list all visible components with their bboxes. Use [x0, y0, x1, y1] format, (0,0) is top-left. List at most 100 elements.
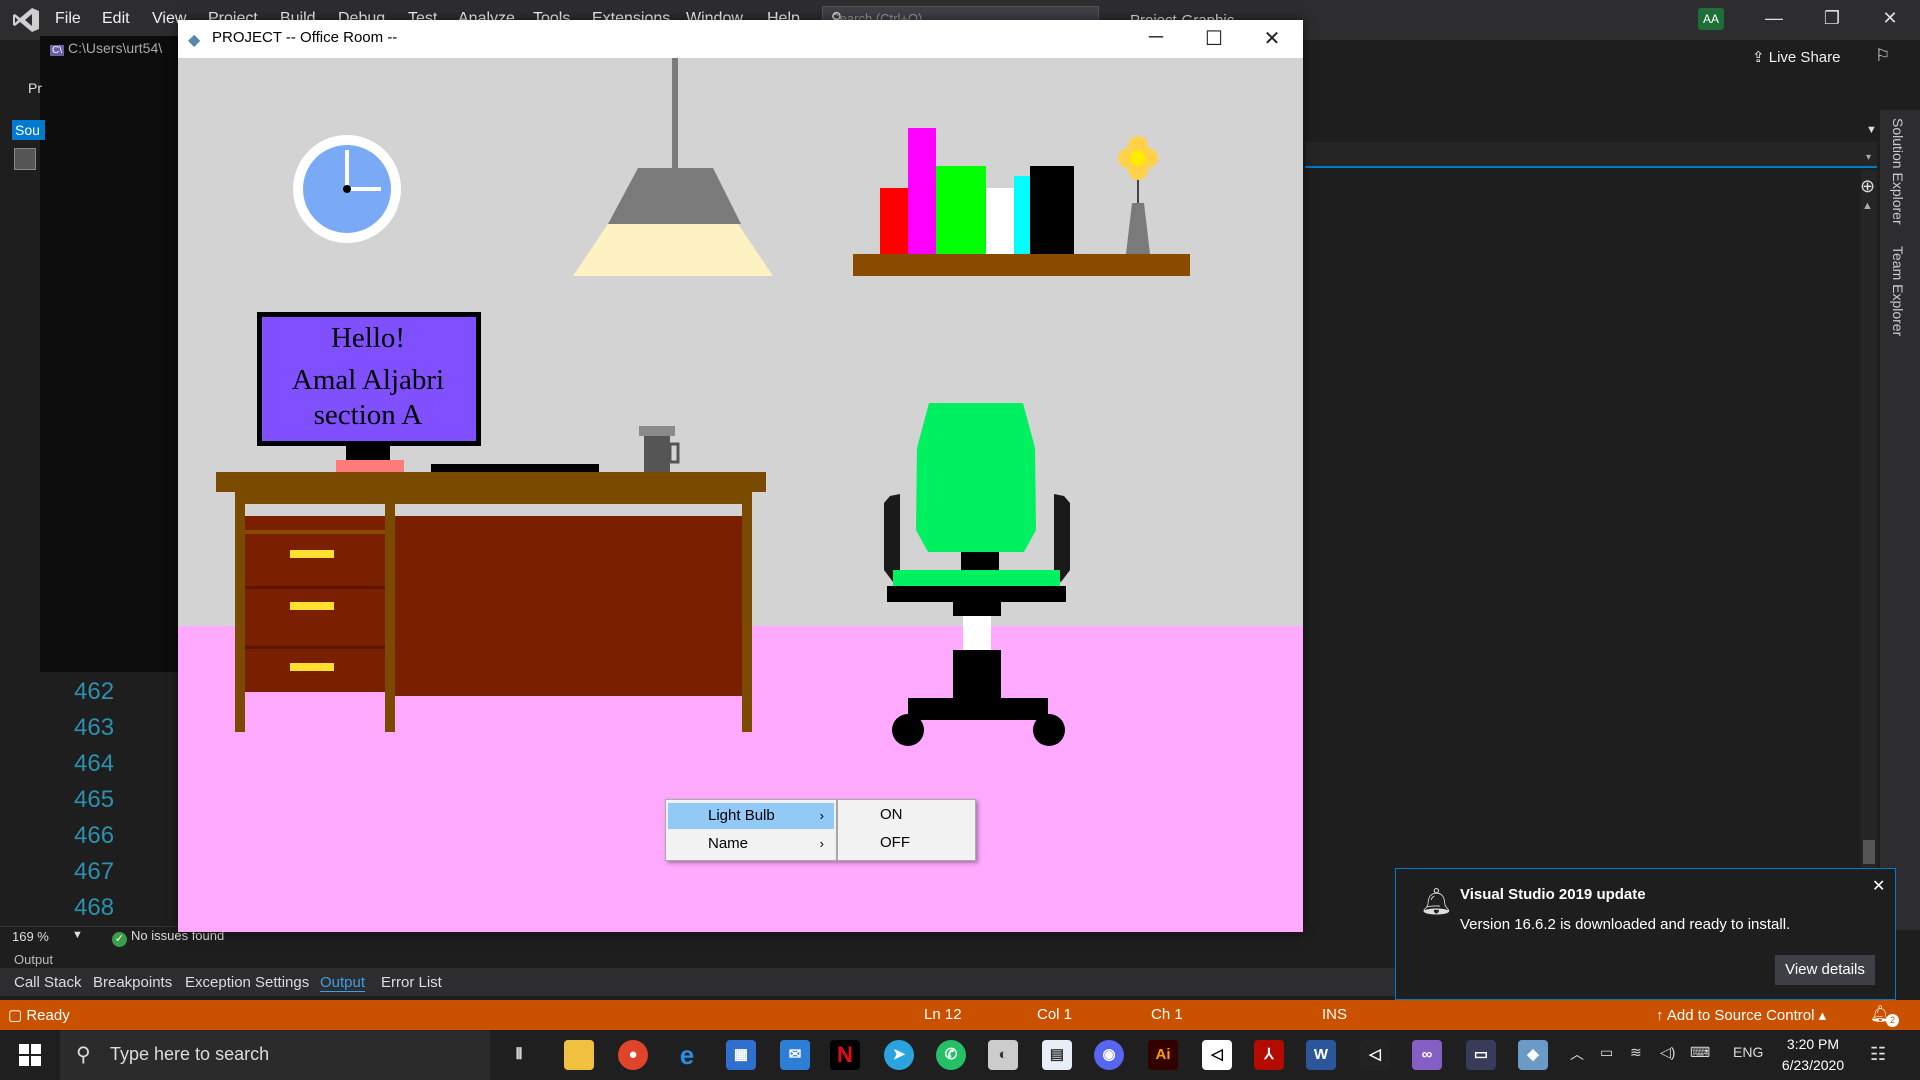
- status-line: Ln 12: [924, 1006, 962, 1023]
- language-indicator[interactable]: ENG: [1733, 1044, 1763, 1060]
- chevron-down-icon[interactable]: ▼: [72, 929, 83, 941]
- feedback-icon[interactable]: ⚐: [1875, 46, 1890, 66]
- add-to-source-control-button[interactable]: ↑ Add to Source Control ▴: [1656, 1006, 1826, 1024]
- file-explorer-icon[interactable]: [564, 1040, 594, 1070]
- glut-window-title: PROJECT -- Office Room --: [212, 29, 398, 46]
- menu-item-off[interactable]: OFF: [880, 834, 910, 851]
- close-icon[interactable]: ✕: [1872, 876, 1885, 896]
- live-share-button[interactable]: ⇪ Live Share: [1752, 48, 1840, 66]
- chevron-down-icon[interactable]: ▼: [1866, 124, 1877, 136]
- tab-call-stack[interactable]: Call Stack: [14, 974, 82, 991]
- user-avatar[interactable]: AA: [1698, 8, 1724, 30]
- light-bulb-submenu: ON OFF: [837, 799, 976, 861]
- keyboard-icon[interactable]: ⌨: [1690, 1044, 1710, 1061]
- notification-count-badge: 2: [1886, 1014, 1899, 1027]
- status-column: Col 1: [1037, 1006, 1073, 1023]
- view-details-button[interactable]: View details: [1775, 955, 1875, 985]
- chevron-right-icon: ›: [819, 808, 824, 823]
- live-share-label: Live Share: [1768, 49, 1841, 66]
- menu-edit[interactable]: Edit: [102, 10, 130, 28]
- discord-icon[interactable]: ◉: [1094, 1040, 1124, 1070]
- bell-icon: 🔔︎: [1420, 886, 1454, 916]
- visual-studio-icon[interactable]: ∞: [1412, 1040, 1442, 1070]
- check-icon: ✓: [112, 932, 127, 947]
- split-icon[interactable]: ⊕: [1860, 176, 1875, 197]
- pr-label: Pr: [28, 80, 42, 96]
- store-icon[interactable]: ▦: [726, 1040, 756, 1070]
- monitor-line-2: Amal Aljabri: [292, 364, 444, 396]
- unity-hub-icon[interactable]: ◁: [1360, 1040, 1390, 1070]
- taskbar-search-placeholder: Type here to search: [110, 1044, 270, 1064]
- vs-restore-button[interactable]: ❐: [1812, 8, 1852, 29]
- scroll-up-icon[interactable]: ▲: [1862, 200, 1873, 212]
- line-number: 463: [74, 714, 115, 741]
- tab-exception-settings[interactable]: Exception Settings: [185, 974, 309, 991]
- line-number: 464: [74, 750, 115, 777]
- acrobat-icon[interactable]: ⅄: [1254, 1040, 1284, 1070]
- source-tab[interactable]: Sou: [12, 120, 45, 140]
- tab-solution-explorer[interactable]: Solution Explorer: [1890, 118, 1906, 225]
- glut-app-icon[interactable]: ◆: [1518, 1040, 1548, 1070]
- chevron-up-icon: ▴: [1814, 1007, 1827, 1024]
- battery-icon[interactable]: ▭: [1600, 1044, 1613, 1061]
- task-view-icon[interactable]: ⫴: [504, 1040, 534, 1070]
- windows-start-icon[interactable]: [18, 1043, 42, 1067]
- ready-icon: ▢: [8, 1007, 27, 1024]
- vertical-scrollbar[interactable]: [1861, 170, 1877, 870]
- app-icon: ◆: [188, 32, 201, 49]
- word-icon[interactable]: W: [1306, 1040, 1336, 1070]
- edge-icon[interactable]: e: [672, 1040, 702, 1070]
- wall-clock-icon: [293, 135, 401, 243]
- scanner-icon[interactable]: ▤: [1042, 1040, 1072, 1070]
- menu-item-on[interactable]: ON: [880, 806, 903, 823]
- taskbar-clock[interactable]: 3:20 PM 6/23/2020: [1768, 1034, 1858, 1076]
- action-center-icon[interactable]: ☷: [1870, 1044, 1886, 1065]
- chrome-icon[interactable]: ●: [618, 1040, 648, 1070]
- editor-nav-bar: [1305, 142, 1877, 168]
- telegram-icon[interactable]: ➤: [884, 1040, 914, 1070]
- vs-close-button[interactable]: ✕: [1870, 8, 1910, 29]
- tab-error-list[interactable]: Error List: [381, 974, 442, 991]
- menu-file[interactable]: File: [55, 10, 81, 28]
- clock-time: 3:20 PM: [1786, 1036, 1840, 1052]
- menu-item-light-bulb[interactable]: Light Bulb ›: [668, 803, 834, 829]
- arrow-up-icon: ↑: [1656, 1007, 1667, 1024]
- whatsapp-icon[interactable]: ✆: [936, 1040, 966, 1070]
- status-char: Ch 1: [1151, 1006, 1183, 1023]
- mail-icon[interactable]: ✉: [780, 1040, 810, 1070]
- glut-maximize-button[interactable]: ☐: [1194, 26, 1234, 51]
- code-editor[interactable]: [1305, 168, 1861, 928]
- vs-minimize-button[interactable]: —: [1754, 8, 1794, 29]
- tab-output[interactable]: Output: [320, 974, 366, 992]
- side-tool-tabs: Solution Explorer Team Explorer: [1880, 110, 1920, 930]
- glut-minimize-button[interactable]: ─: [1136, 26, 1176, 49]
- monitor-line-1: Hello!: [331, 322, 405, 354]
- scrollbar-thumb[interactable]: [1863, 840, 1875, 864]
- chevron-down-icon[interactable]: ▾: [1866, 152, 1871, 163]
- line-number: 468: [74, 894, 115, 921]
- glut-close-button[interactable]: ✕: [1252, 26, 1292, 51]
- menu-item-name[interactable]: Name ›: [668, 831, 834, 857]
- chevron-up-icon[interactable]: ︿: [1570, 1044, 1584, 1064]
- paint-icon[interactable]: ◐: [988, 1040, 1018, 1070]
- visual-studio-logo-icon: [13, 8, 39, 32]
- source-control-text: Add to Source Control: [1666, 1007, 1815, 1024]
- console-app-icon[interactable]: ▭: [1466, 1040, 1496, 1070]
- keyboard: [431, 464, 599, 472]
- zoom-level[interactable]: 169 %: [12, 929, 49, 944]
- status-ready-text: Ready: [26, 1007, 70, 1024]
- tab-team-explorer[interactable]: Team Explorer: [1890, 246, 1906, 336]
- unity-icon[interactable]: ◁: [1202, 1040, 1232, 1070]
- console-path-text: C:\Users\urt54\: [68, 40, 163, 56]
- volume-icon[interactable]: ◁): [1660, 1044, 1675, 1061]
- wifi-icon[interactable]: ≋: [1630, 1044, 1642, 1061]
- line-number: 462: [74, 678, 115, 705]
- tab-breakpoints[interactable]: Breakpoints: [93, 974, 172, 991]
- class-view-icon[interactable]: [14, 148, 36, 170]
- console-path: C\ C:\Users\urt54\: [50, 40, 162, 56]
- status-insert-mode[interactable]: INS: [1322, 1006, 1347, 1023]
- line-number: 467: [74, 858, 115, 885]
- taskbar-search-input[interactable]: ⚲ Type here to search: [60, 1030, 490, 1080]
- illustrator-icon[interactable]: Ai: [1148, 1040, 1178, 1070]
- netflix-icon[interactable]: N: [830, 1040, 860, 1070]
